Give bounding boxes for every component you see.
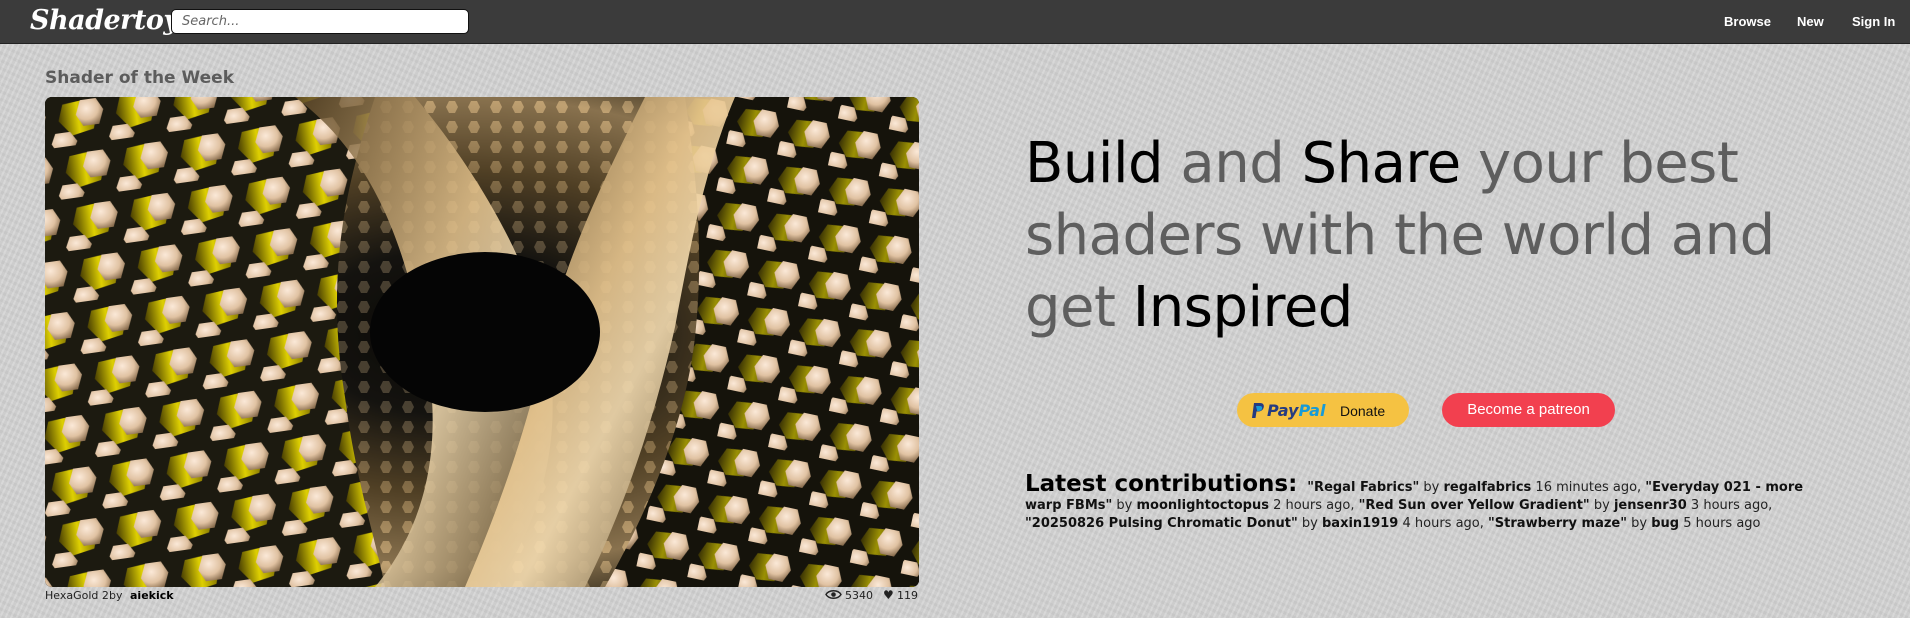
by-label: by [1301, 516, 1318, 531]
shadertoy-logo[interactable]: Shadertoy [30, 5, 179, 36]
heart-icon: ♥ [883, 588, 894, 602]
search-input[interactable] [171, 9, 469, 34]
contribution-time: 3 hours ago, [1690, 498, 1773, 513]
list-item: "Regal Fabrics" by regalfabrics 16 minut… [1307, 480, 1641, 495]
contribution-author-link[interactable]: baxin1919 [1322, 516, 1398, 531]
by-label: by [109, 589, 123, 602]
paypal-pay: Pay [1267, 401, 1299, 420]
top-bar: Shadertoy Browse New Sign In [0, 0, 1910, 44]
contribution-time: 5 hours ago [1683, 516, 1761, 531]
contribution-author-link[interactable]: regalfabrics [1443, 480, 1531, 495]
paypal-donate-button[interactable]: PayPal Donate [1237, 393, 1409, 427]
shader-author-link[interactable]: aiekick [130, 589, 174, 602]
list-item: "Red Sun over Yellow Gradient" by jensen… [1359, 498, 1773, 513]
paypal-pal: Pal [1298, 401, 1326, 420]
contribution-title-link[interactable]: "Regal Fabrics" [1307, 480, 1419, 495]
become-patreon-button[interactable]: Become a patreon [1442, 393, 1615, 427]
contribution-author-link[interactable]: jensenr30 [1614, 498, 1687, 513]
by-label: by [1116, 498, 1133, 513]
likes-count: 119 [897, 589, 918, 602]
shader-name[interactable]: HexaGold 2 [45, 589, 109, 602]
nav-browse-link[interactable]: Browse [1724, 14, 1771, 29]
nav-sign-in-link[interactable]: Sign In [1852, 14, 1895, 29]
contribution-title-link[interactable]: "20250826 Pulsing Chromatic Donut" [1025, 516, 1298, 531]
contribution-time: 4 hours ago, [1402, 516, 1484, 531]
list-item: "20250826 Pulsing Chromatic Donut" by ba… [1025, 516, 1484, 531]
headline-and: and [1163, 131, 1302, 196]
headline-inspired: Inspired [1132, 275, 1354, 340]
contribution-author-link[interactable]: moonlightoctopus [1137, 498, 1269, 513]
hero-headline: Build and Share your best shaders with t… [1025, 128, 1785, 344]
shader-info-bar: HexaGold 2 by aiekick 5340 ♥ 119 [45, 588, 919, 605]
contribution-time: 2 hours ago, [1273, 498, 1355, 513]
nav-new-link[interactable]: New [1797, 14, 1824, 29]
views-count: 5340 [845, 589, 873, 602]
headline-build: Build [1025, 131, 1164, 196]
paypal-donate-label: Donate [1340, 403, 1386, 419]
paypal-icon [1251, 402, 1265, 423]
contribution-title-link[interactable]: "Red Sun over Yellow Gradient" [1359, 498, 1590, 513]
paypal-logo-text: PayPal [1267, 401, 1325, 420]
latest-contributions-label: Latest contributions: [1025, 471, 1298, 497]
featured-shader-preview[interactable] [45, 97, 919, 587]
shader-render-image [45, 97, 919, 587]
latest-contributions: Latest contributions: "Regal Fabrics" by … [1025, 473, 1815, 533]
by-label: by [1423, 480, 1440, 495]
headline-share: Share [1301, 131, 1462, 196]
contribution-time: 16 minutes ago, [1535, 480, 1642, 495]
eye-icon [825, 589, 842, 603]
contribution-author-link[interactable]: bug [1651, 516, 1679, 531]
by-label: by [1631, 516, 1648, 531]
list-item: "Strawberry maze" by bug 5 hours ago [1488, 516, 1760, 531]
shader-of-the-week-title: Shader of the Week [45, 68, 235, 88]
contribution-title-link[interactable]: "Strawberry maze" [1488, 516, 1627, 531]
by-label: by [1593, 498, 1610, 513]
